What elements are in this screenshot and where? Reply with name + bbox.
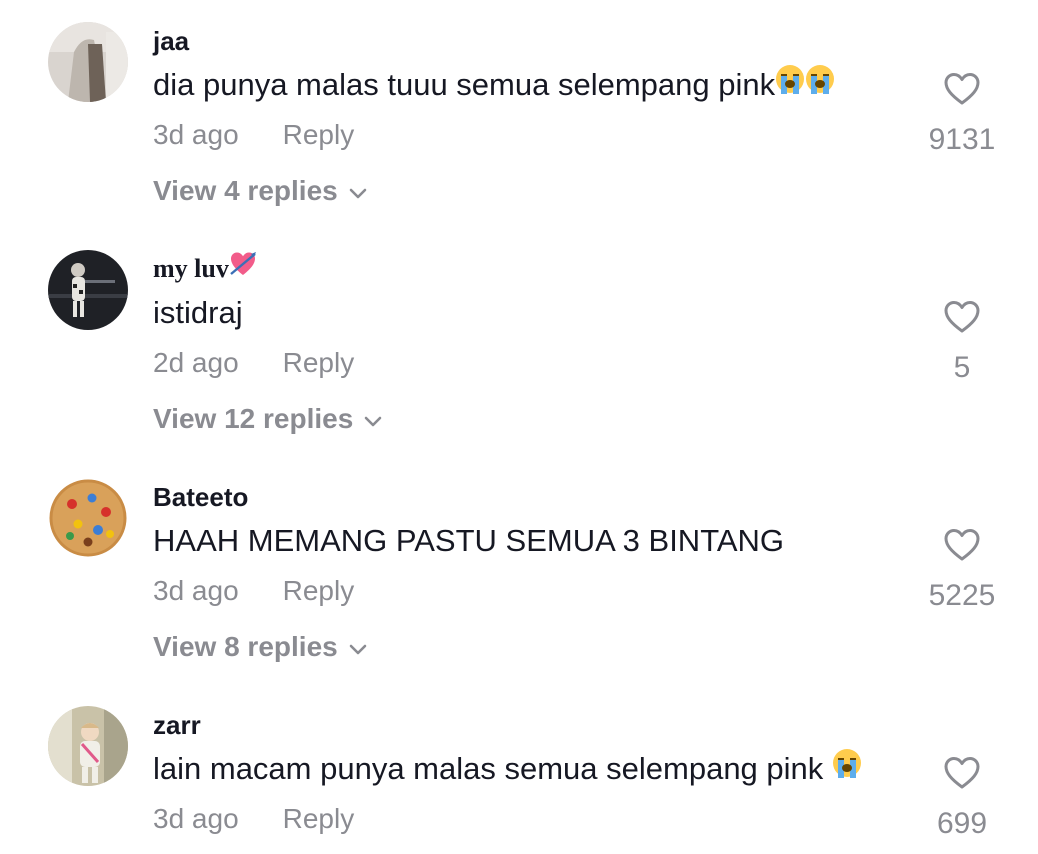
reply-button[interactable]: Reply <box>283 119 355 150</box>
heart-icon <box>926 72 998 111</box>
username[interactable]: my luv <box>153 250 257 287</box>
avatar[interactable] <box>48 706 128 786</box>
comment-item: Bateeto HAAH MEMANG PASTU SEMUA 3 BINTAN… <box>0 456 1038 684</box>
comment-text: HAAH MEMANG PASTU SEMUA 3 BINTANG <box>153 523 785 558</box>
like-count: 699 <box>936 807 988 840</box>
avatar[interactable] <box>48 22 128 102</box>
comment-text: istidraj <box>153 295 243 330</box>
heart-with-arrow-icon <box>229 250 257 287</box>
comment-text: dia punya malas tuuu semua selempang pin… <box>153 64 835 106</box>
like-button[interactable]: 5 <box>926 300 998 387</box>
reply-button[interactable]: Reply <box>283 575 355 606</box>
like-count: 9131 <box>928 123 996 156</box>
avatar-person-grey-icon <box>48 22 128 102</box>
comment-time: 2d ago <box>153 347 239 378</box>
view-replies-button[interactable]: View 8 replies <box>153 628 368 666</box>
username-text: my luv <box>153 254 229 283</box>
comment-meta: 3d ago Reply <box>153 800 354 838</box>
comment-text-content: dia punya malas tuuu semua selempang pin… <box>153 67 776 102</box>
comment-item: my luv istidraj 2d ago Reply View 12 repl… <box>0 228 1038 456</box>
like-count: 5225 <box>928 579 996 612</box>
username[interactable]: Bateeto <box>153 480 248 514</box>
view-replies-button[interactable]: View 4 replies <box>153 172 368 210</box>
heart-icon <box>926 528 998 567</box>
comment-text: lain macam punya malas semua selempang p… <box>153 748 862 790</box>
chevron-down-icon <box>348 172 368 210</box>
comment-time: 3d ago <box>153 119 239 150</box>
heart-icon <box>926 756 998 795</box>
reply-button[interactable]: Reply <box>283 803 355 834</box>
like-button[interactable]: 5225 <box>926 528 998 615</box>
loudly-crying-face-icon <box>832 747 862 789</box>
like-button[interactable]: 699 <box>926 756 998 843</box>
avatar-figure-dark-icon <box>48 250 128 330</box>
reply-button[interactable]: Reply <box>283 347 355 378</box>
chevron-down-icon <box>363 400 383 438</box>
comment-text-content: lain macam punya malas semua selempang p… <box>153 751 824 786</box>
loudly-crying-face-icon <box>775 63 805 105</box>
loudly-crying-face-icon <box>805 63 835 105</box>
view-replies-label: View 8 replies <box>153 631 338 662</box>
view-replies-label: View 12 replies <box>153 403 354 434</box>
username[interactable]: jaa <box>153 24 189 58</box>
comment-item: zarr lain macam punya malas semua selemp… <box>0 684 1038 854</box>
avatar-child-photo-icon <box>48 706 128 786</box>
avatar-cookie-icon <box>48 478 128 558</box>
chevron-down-icon <box>348 628 368 666</box>
comment-meta: 2d ago Reply <box>153 344 354 382</box>
comment-meta: 3d ago Reply <box>153 116 354 154</box>
comment-meta: 3d ago Reply <box>153 572 354 610</box>
comment-time: 3d ago <box>153 575 239 606</box>
username[interactable]: zarr <box>153 708 201 742</box>
heart-icon <box>926 300 998 339</box>
avatar[interactable] <box>48 478 128 558</box>
like-count: 5 <box>953 351 971 384</box>
view-replies-button[interactable]: View 12 replies <box>153 400 383 438</box>
comment-item: jaa dia punya malas tuuu semua selempang… <box>0 0 1038 228</box>
view-replies-label: View 4 replies <box>153 175 338 206</box>
avatar[interactable] <box>48 250 128 330</box>
like-button[interactable]: 9131 <box>926 72 998 159</box>
comment-time: 3d ago <box>153 803 239 834</box>
